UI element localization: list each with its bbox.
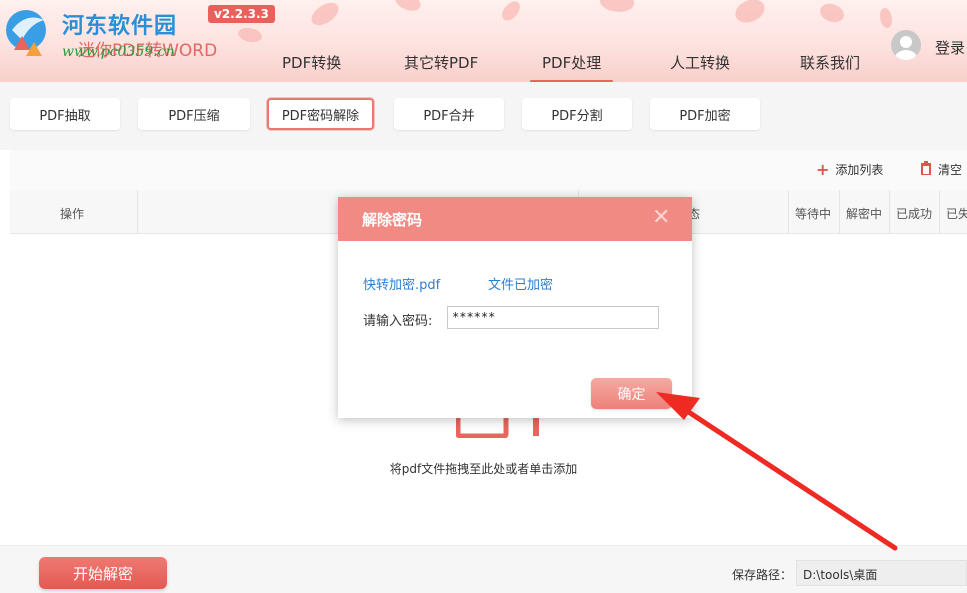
avatar[interactable] <box>891 30 921 60</box>
th-waiting: 等待中 <box>795 205 831 222</box>
petal-decoration <box>598 0 636 16</box>
subtab-pdf-encrypt[interactable]: PDF加密 <box>650 98 760 130</box>
nav-pdf-process[interactable]: PDF处理 <box>542 52 601 73</box>
petal-decoration <box>733 0 766 24</box>
add-list-button[interactable]: + 添加列表 <box>816 160 883 179</box>
subtab-pdf-unlock[interactable]: PDF密码解除 <box>267 98 374 130</box>
drop-hint[interactable]: 将pdf文件拖拽至此处或者单击添加 <box>0 460 967 477</box>
trash-icon <box>920 160 932 179</box>
column-divider <box>788 190 789 234</box>
petal-decoration <box>817 0 847 27</box>
app-header: 河东软件园 迷你PDF转WORD www.pc0359.cn v2.2.3.3 … <box>0 0 967 82</box>
subtab-pdf-compress[interactable]: PDF压缩 <box>138 98 250 130</box>
password-label: 请输入密码: <box>363 310 432 329</box>
dialog-file-status: 文件已加密 <box>488 274 553 293</box>
unlock-password-dialog: 解除密码 ✕ 快转加密.pdf 文件已加密 请输入密码: ****** 确定 <box>338 197 692 418</box>
nav-contact-us[interactable]: 联系我们 <box>800 52 860 73</box>
subtab-pdf-split[interactable]: PDF分割 <box>522 98 632 130</box>
subtab-pdf-merge[interactable]: PDF合并 <box>394 98 504 130</box>
th-success: 已成功 <box>896 205 932 222</box>
th-decrypting: 解密中 <box>846 205 882 222</box>
save-path-label: 保存路径： <box>732 566 792 583</box>
th-operation: 操作 <box>60 205 84 222</box>
save-path-field[interactable]: D:\tools\桌面 <box>796 560 967 586</box>
nav-manual-convert[interactable]: 人工转换 <box>670 52 730 73</box>
add-list-label: 添加列表 <box>835 161 883 178</box>
dialog-header: 解除密码 ✕ <box>338 197 692 241</box>
logo-icon <box>4 6 56 62</box>
column-divider <box>889 190 890 234</box>
site-url: www.pc0359.cn <box>62 44 174 60</box>
petal-decoration <box>308 0 343 28</box>
petal-decoration <box>393 0 424 15</box>
user-icon <box>891 30 921 60</box>
login-link[interactable]: 登录 <box>935 37 965 58</box>
th-failed: 已失 <box>946 205 967 222</box>
clear-label: 清空 <box>938 161 962 178</box>
close-icon[interactable]: ✕ <box>652 205 670 230</box>
column-divider <box>839 190 840 234</box>
nav-pdf-convert[interactable]: PDF转换 <box>282 52 341 73</box>
column-divider <box>137 190 138 234</box>
petal-decoration <box>877 7 895 30</box>
nav-other-to-pdf[interactable]: 其它转PDF <box>404 52 478 73</box>
start-decrypt-button[interactable]: 开始解密 <box>39 557 167 589</box>
dialog-title: 解除密码 <box>362 209 422 230</box>
confirm-button[interactable]: 确定 <box>591 378 672 409</box>
column-divider <box>939 190 940 234</box>
petal-decoration <box>498 0 524 23</box>
subtab-pdf-extract[interactable]: PDF抽取 <box>10 98 120 130</box>
dialog-file-name: 快转加密.pdf <box>363 274 440 293</box>
password-input[interactable]: ****** <box>447 306 659 329</box>
pdf-drop-icon[interactable] <box>456 418 546 438</box>
plus-icon: + <box>816 160 829 179</box>
version-badge: v2.2.3.3 <box>208 5 275 23</box>
clear-button[interactable]: 清空 <box>920 160 962 179</box>
